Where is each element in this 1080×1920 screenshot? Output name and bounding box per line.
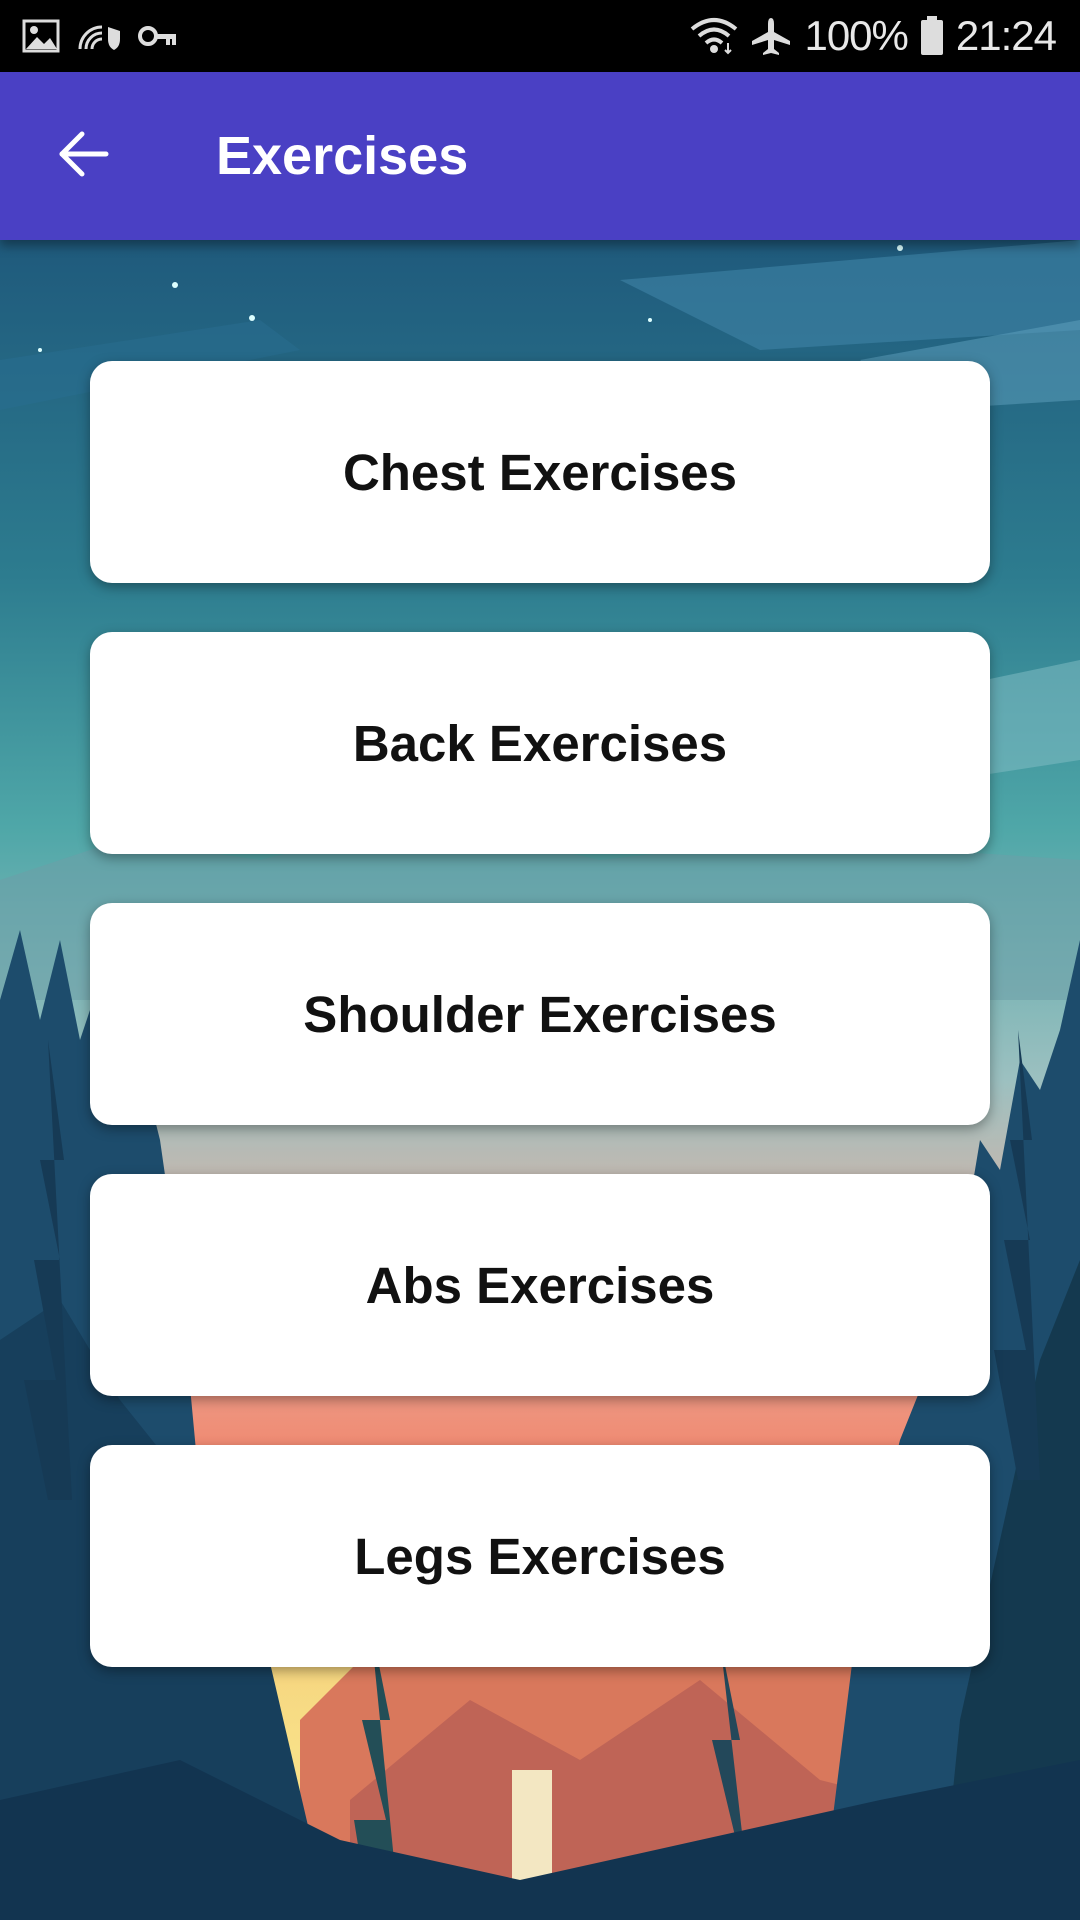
exercise-category-list: Chest Exercises Back Exercises Shoulder … <box>90 361 990 1716</box>
wifi-calling-icon <box>76 21 122 51</box>
shoulder-exercises-button[interactable]: Shoulder Exercises <box>90 903 990 1125</box>
status-bar: 100% 21:24 <box>0 0 1080 72</box>
card-label: Back Exercises <box>352 714 728 772</box>
battery-icon <box>920 16 944 56</box>
status-right-icons: 100% 21:24 <box>678 0 1057 72</box>
card-label: Abs Exercises <box>365 1256 715 1314</box>
back-exercises-button[interactable]: Back Exercises <box>90 632 990 854</box>
chest-exercises-button[interactable]: Chest Exercises <box>90 361 990 583</box>
arrow-back-icon <box>58 131 110 182</box>
abs-exercises-button[interactable]: Abs Exercises <box>90 1174 990 1396</box>
legs-exercises-button[interactable]: Legs Exercises <box>90 1445 990 1667</box>
airplane-icon <box>750 16 792 56</box>
back-button[interactable] <box>36 108 132 204</box>
wifi-icon <box>690 17 738 55</box>
status-left-icons <box>22 0 194 72</box>
key-icon <box>138 24 178 48</box>
page-title: Exercises <box>216 126 469 186</box>
image-icon <box>22 19 60 53</box>
battery-percent: 100% <box>804 12 908 59</box>
card-label: Chest Exercises <box>342 443 738 501</box>
card-label: Shoulder Exercises <box>303 985 777 1043</box>
clock: 21:24 <box>955 12 1057 59</box>
card-label: Legs Exercises <box>354 1527 726 1585</box>
app-bar: Exercises <box>0 72 1080 240</box>
